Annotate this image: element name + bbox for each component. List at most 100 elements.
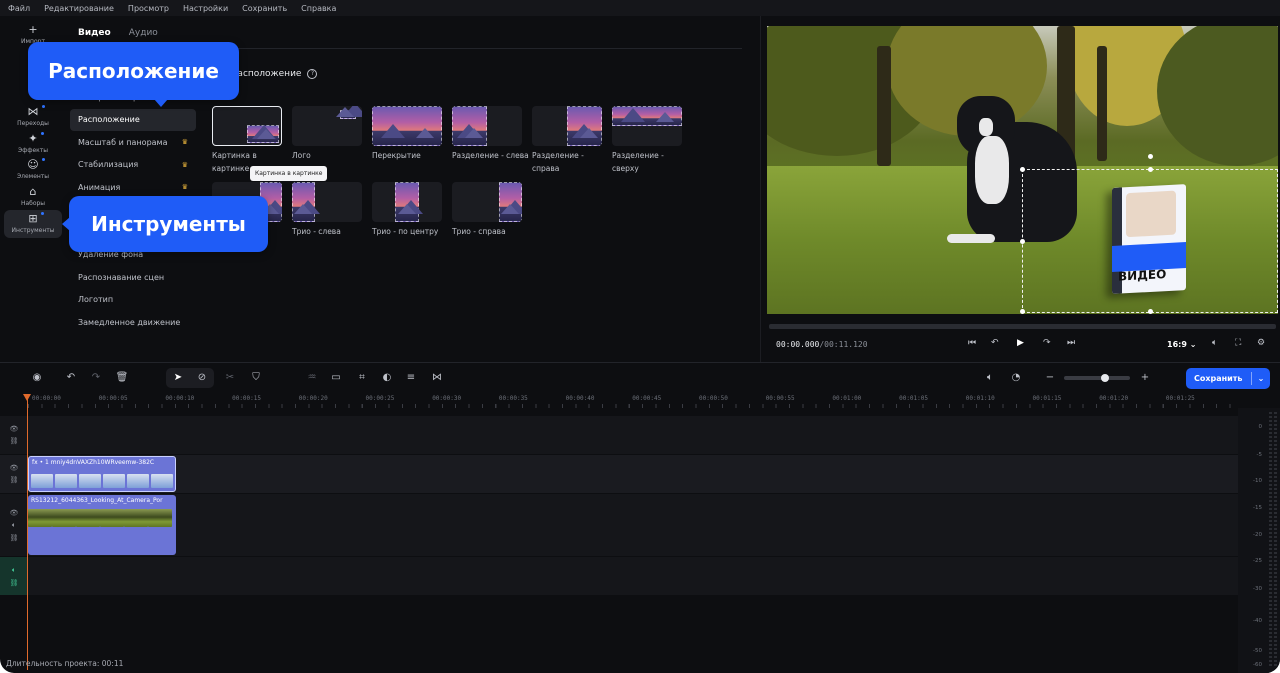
help-icon[interactable]: ? xyxy=(307,69,318,79)
cursor-icon[interactable]: ➤ xyxy=(171,372,185,383)
tool-item-logo[interactable]: Логотип xyxy=(70,289,196,312)
tool-item-scene-detect[interactable]: Распознавание сцен xyxy=(70,266,196,289)
menu-file[interactable]: Файл xyxy=(8,4,30,13)
resize-handle[interactable] xyxy=(1020,239,1025,244)
undo-icon[interactable]: ↶ xyxy=(64,372,78,383)
track-main: 👁︎ 🔈︎ ⛓︎ RS13212_6044363_Looking_At_Came… xyxy=(0,494,1238,556)
rail-item-transitions[interactable]: ⋈ Переходы xyxy=(4,105,62,132)
speed-icon[interactable]: ◔ xyxy=(1009,372,1023,383)
rail-item-packs[interactable]: ⌂ Наборы xyxy=(4,186,62,212)
layout-split-left[interactable] xyxy=(452,106,522,146)
resize-handle[interactable] xyxy=(1148,167,1153,172)
tab-video[interactable]: Видео xyxy=(78,28,111,38)
tool-item-stabilization[interactable]: Стабилизация ♛ xyxy=(70,154,196,177)
zoom-in-icon[interactable]: + xyxy=(1138,372,1152,383)
chevron-down-icon[interactable]: ⌄ xyxy=(1252,374,1270,383)
skip-start-icon[interactable]: ⏮ xyxy=(968,338,976,348)
transition-icon[interactable]: ⋈ xyxy=(430,372,444,383)
volume-icon[interactable]: 🔈︎ xyxy=(1212,338,1217,348)
caption-icon[interactable]: ▭ xyxy=(329,372,343,383)
rail-item-elements[interactable]: ☺ Элементы xyxy=(4,158,62,185)
zoom-slider[interactable] xyxy=(1064,376,1130,380)
link-icon[interactable]: ⛓︎ xyxy=(10,534,19,542)
playhead[interactable] xyxy=(27,396,28,670)
menu-save[interactable]: Сохранить xyxy=(242,4,287,13)
link-icon[interactable]: ⛓︎ xyxy=(10,437,19,445)
ruler-label: 00:01:20 xyxy=(1099,395,1129,402)
redo-step-icon[interactable]: ↷ xyxy=(1043,338,1051,348)
callout-arrow xyxy=(62,217,70,231)
color-icon[interactable]: ◐ xyxy=(380,372,394,383)
overlay-clip[interactable]: fx • 1 mniy4dnVAXZh10WRveemw-382C xyxy=(28,456,176,492)
dog-muzzle xyxy=(979,118,993,136)
layout-split-right[interactable] xyxy=(532,106,602,146)
layout-overlap[interactable] xyxy=(372,106,442,146)
zoom-knob[interactable] xyxy=(1101,374,1109,382)
video-preview[interactable]: ВИДЕО xyxy=(767,26,1278,314)
meter-label: -25 xyxy=(1253,558,1262,564)
trash-icon[interactable]: 🗑︎ xyxy=(115,372,129,383)
dog-chest xyxy=(975,136,1009,204)
resize-handle[interactable] xyxy=(1148,309,1153,314)
crop-icon[interactable]: ⌗ xyxy=(355,372,369,383)
volume-icon[interactable]: 🔈︎ xyxy=(12,566,16,575)
layout-trio-left[interactable] xyxy=(292,182,362,222)
redo-icon[interactable]: ↷ xyxy=(89,372,103,383)
link-icon[interactable]: ⛓︎ xyxy=(10,476,19,484)
main-clip[interactable]: RS13212_6044363_Looking_At_Camera_Por xyxy=(28,495,176,555)
resize-handle[interactable] xyxy=(1020,309,1025,314)
crown-icon: ♛ xyxy=(181,160,188,169)
volume-icon[interactable]: 🔈︎ xyxy=(12,521,16,530)
skip-end-icon[interactable]: ⏭ xyxy=(1067,338,1075,348)
meter-label: -50 xyxy=(1253,648,1262,654)
rotate-handle[interactable] xyxy=(1148,154,1153,159)
save-button[interactable]: Сохранить ⌄ xyxy=(1186,368,1270,389)
layout-logo[interactable] xyxy=(292,106,362,146)
eye-icon[interactable]: 👁︎ xyxy=(10,509,19,517)
link-icon[interactable]: ⛓︎ xyxy=(10,579,19,587)
rail-item-effects[interactable]: ✦ Эффекты xyxy=(4,132,62,159)
ruler-label: 00:00:25 xyxy=(365,395,395,402)
menu-settings[interactable]: Настройки xyxy=(183,4,228,13)
crown-icon: ♛ xyxy=(181,183,188,192)
zoom-out-icon[interactable]: − xyxy=(1043,372,1057,383)
pip-image xyxy=(247,125,279,143)
record-icon[interactable]: ◉ xyxy=(30,372,44,383)
split-right-image xyxy=(567,106,602,146)
eye-icon[interactable]: 👁︎ xyxy=(10,425,19,433)
undo-step-icon[interactable]: ↶ xyxy=(991,338,999,348)
overlay-clip-title: fx • 1 mniy4dnVAXZh10WRveemw-382C xyxy=(32,459,155,466)
layout-pip[interactable] xyxy=(212,106,282,146)
layout-trio-right[interactable] xyxy=(452,182,522,222)
tool-item-placement[interactable]: Расположение xyxy=(70,108,196,131)
layout-split-top[interactable] xyxy=(612,106,682,146)
gear-icon[interactable]: ⚙ xyxy=(1257,338,1265,348)
slip-icon[interactable]: ⊘ xyxy=(195,372,209,383)
track-head: 👁︎ 🔈︎ ⛓︎ xyxy=(0,494,28,556)
menu-view[interactable]: Просмотр xyxy=(128,4,169,13)
tab-audio[interactable]: Аудио xyxy=(129,28,158,38)
tool-item-zoom-pan[interactable]: Масштаб и панорама ♛ xyxy=(70,131,196,154)
resize-handle[interactable] xyxy=(1020,167,1025,172)
adjust-icon[interactable]: ≡ xyxy=(404,372,418,383)
timeline-divider xyxy=(0,362,1280,363)
menu-help[interactable]: Справка xyxy=(301,4,336,13)
callout-arrow xyxy=(154,99,168,107)
tool-item-slow-motion[interactable]: Замедленное движение xyxy=(70,311,196,334)
scissors-icon[interactable]: ✂ xyxy=(223,372,237,383)
fullscreen-icon[interactable]: ⛶ xyxy=(1235,338,1241,348)
tooltip: Картинка в картинке xyxy=(250,166,328,181)
layout-trio-center[interactable] xyxy=(372,182,442,222)
callout-placement-text: Расположение xyxy=(48,59,219,83)
rail-item-tools[interactable]: ⊞ Инструменты xyxy=(4,210,62,238)
play-icon[interactable]: ▶ xyxy=(1017,338,1024,348)
eye-icon[interactable]: 👁︎ xyxy=(10,464,19,472)
track-head: 👁︎ ⛓︎ xyxy=(0,416,28,454)
audio-detach-icon[interactable]: 🔈︎ xyxy=(983,372,997,383)
audio-wave-icon[interactable]: ♒ xyxy=(305,372,319,383)
aspect-select[interactable]: 16:9 ⌄ xyxy=(1167,340,1196,349)
marker-icon[interactable]: ⛉ xyxy=(249,372,263,383)
playhead-handle[interactable] xyxy=(23,394,31,401)
preview-scrubber[interactable] xyxy=(769,324,1276,329)
menu-edit[interactable]: Редактирование xyxy=(44,4,114,13)
